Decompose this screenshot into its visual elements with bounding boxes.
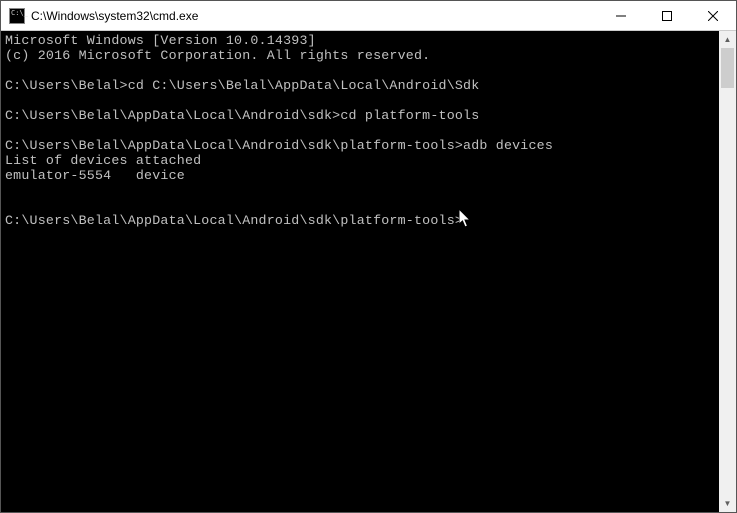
scroll-up-arrow[interactable]: ▲	[719, 31, 736, 48]
close-button[interactable]	[690, 1, 736, 30]
titlebar[interactable]: C:\Windows\system32\cmd.exe	[1, 1, 736, 31]
terminal-output[interactable]: Microsoft Windows [Version 10.0.14393] (…	[1, 31, 719, 512]
maximize-button[interactable]	[644, 1, 690, 30]
window-title: C:\Windows\system32\cmd.exe	[31, 9, 598, 23]
minimize-button[interactable]	[598, 1, 644, 30]
window-controls	[598, 1, 736, 30]
cmd-icon	[9, 8, 25, 24]
scrollbar-thumb[interactable]	[721, 48, 734, 88]
vertical-scrollbar[interactable]: ▲ ▼	[719, 31, 736, 512]
terminal-area: Microsoft Windows [Version 10.0.14393] (…	[1, 31, 736, 512]
scroll-down-arrow[interactable]: ▼	[719, 495, 736, 512]
scrollbar-track[interactable]	[719, 48, 736, 495]
